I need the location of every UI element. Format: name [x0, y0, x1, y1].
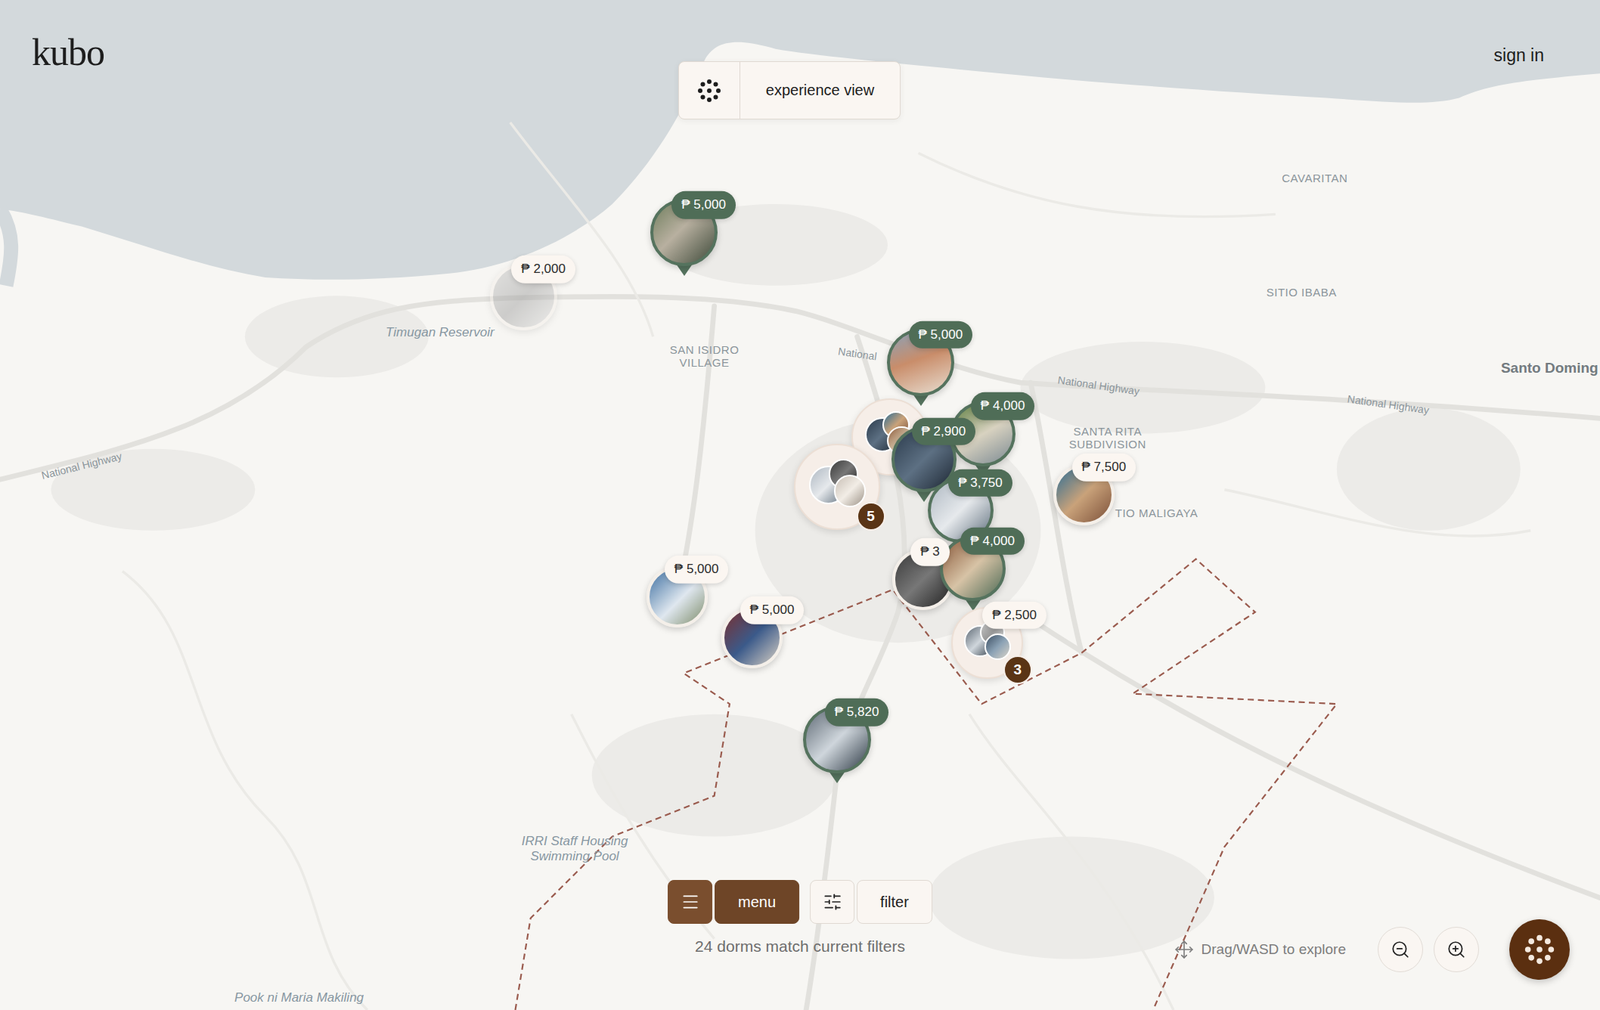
price-tag[interactable]: ₱ 4,000: [960, 527, 1025, 555]
view-toggle-icon-button[interactable]: [679, 62, 741, 119]
menu-icon-button[interactable]: [667, 880, 713, 925]
cluster-count: 5: [856, 502, 886, 531]
move-icon: [1174, 939, 1194, 960]
experience-button[interactable]: [1509, 919, 1570, 980]
map-label: National: [837, 345, 878, 363]
zoom-in-icon: [1446, 939, 1467, 960]
map-label: SANTA RITA SUBDIVISION: [1056, 424, 1159, 452]
view-toggle[interactable]: experience view: [678, 61, 901, 120]
price-tag[interactable]: ₱ 4,000: [970, 392, 1036, 420]
dots-icon: [1522, 932, 1557, 968]
map-label: IRRI Staff Housing Swimming Pool: [515, 834, 633, 865]
map-screen[interactable]: CAVARITAN SITIO IBABA Santo Doming SAN ISID…: [0, 0, 1600, 1010]
price-tag[interactable]: ₱ 5,000: [664, 555, 729, 583]
bottom-controls: menu filter 24 dorms match current filters: [667, 880, 933, 956]
map-label: National Highway: [40, 449, 124, 482]
filter-icon-button[interactable]: [809, 880, 855, 925]
map-label: Timugan Reservoir: [385, 325, 494, 341]
logo[interactable]: kubo: [31, 33, 679, 72]
price-tag[interactable]: ₱ 2,500: [982, 601, 1047, 630]
price-tag[interactable]: ₱ 7,500: [1072, 453, 1137, 481]
menu-button[interactable]: menu: [714, 880, 800, 925]
price-tag[interactable]: ₱ 2,900: [911, 418, 977, 446]
match-count: 24 dorms match current filters: [694, 937, 906, 956]
sign-in-button[interactable]: sign in: [1491, 42, 1548, 69]
filter-group: filter: [809, 880, 933, 925]
map-navigation: Drag/WASD to explore: [1174, 919, 1570, 980]
map-label: SAN ISIDRO VILLAGE: [658, 343, 751, 370]
price-tag[interactable]: ₱ 5,820: [824, 698, 890, 726]
cluster-photo: [834, 474, 867, 508]
navigation-hint: Drag/WASD to explore: [1174, 939, 1346, 960]
filter-button[interactable]: filter: [856, 880, 933, 925]
dots-icon: [695, 77, 723, 105]
price-tag[interactable]: ₱ 5,000: [908, 321, 974, 349]
map-label: National Highway: [1057, 374, 1141, 398]
zoom-out-button[interactable]: [1377, 927, 1424, 973]
price-tag[interactable]: ₱ 5,000: [740, 596, 805, 624]
map-label: SITIO IBABA: [1266, 286, 1337, 300]
menu-group: menu: [667, 880, 800, 925]
zoom-out-icon: [1390, 939, 1411, 960]
top-bar: kubo experience view sign in: [0, 0, 1600, 120]
control-row: menu filter: [667, 880, 933, 925]
zoom-in-button[interactable]: [1433, 927, 1480, 973]
price-tag[interactable]: ₱ 3: [910, 538, 950, 566]
sliders-icon: [822, 892, 843, 912]
map-label: National Highway: [1346, 392, 1430, 416]
menu-icon: [680, 892, 701, 912]
price-tag[interactable]: ₱ 3,750: [948, 468, 1013, 497]
map-label: Pook ni Maria Makiling: [234, 991, 364, 1007]
map-label: TIO MALIGAYA: [1115, 506, 1199, 520]
view-toggle-label[interactable]: experience view: [740, 62, 900, 119]
price-tag[interactable]: ₱ 5,000: [671, 191, 736, 219]
price-tag[interactable]: ₱ 2,000: [511, 255, 576, 283]
map-label: Santo Doming: [1500, 359, 1600, 377]
cluster-count: 3: [1003, 655, 1033, 685]
map-label: CAVARITAN: [1281, 172, 1348, 186]
cluster-photo: [984, 633, 1011, 661]
